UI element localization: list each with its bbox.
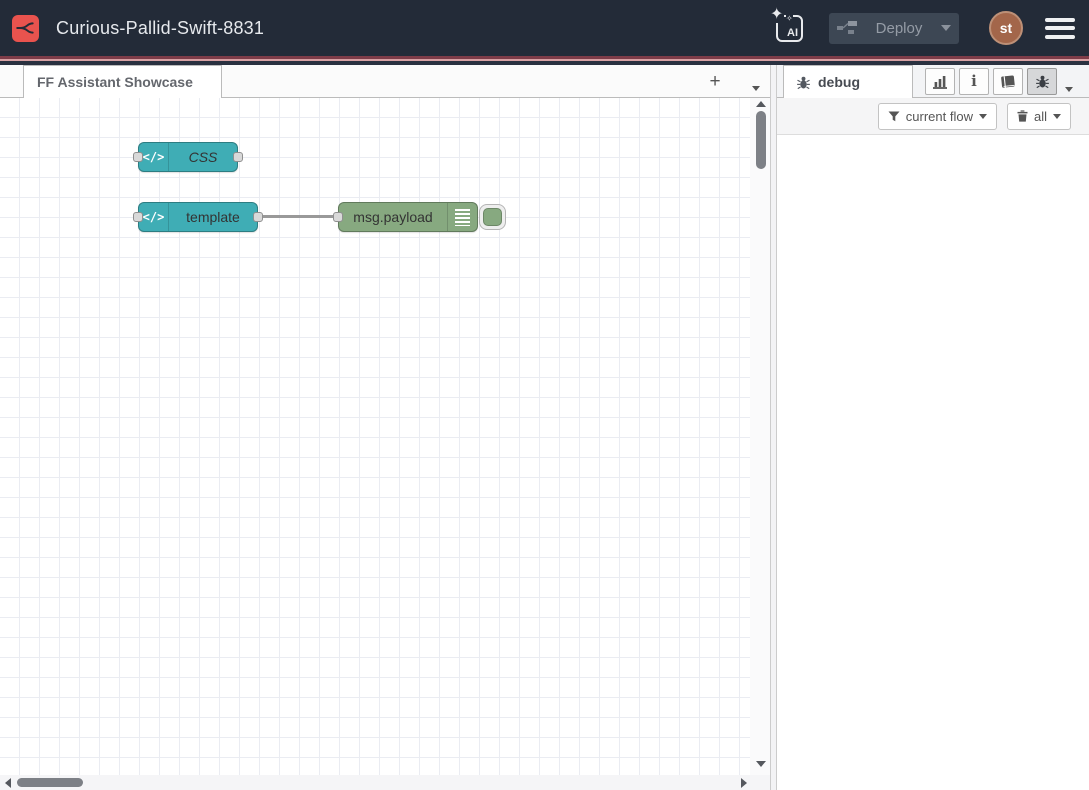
filter-label: current flow: [906, 109, 973, 124]
sidebar-tabbar: debug i: [777, 65, 1089, 98]
clear-label: all: [1034, 109, 1047, 124]
vertical-scroll-thumb[interactable]: [756, 111, 766, 169]
chevron-down-icon: [1065, 87, 1073, 92]
ai-label: AI: [787, 27, 798, 39]
node-port-input[interactable]: [133, 152, 143, 162]
info-icon: i: [971, 74, 977, 89]
trash-icon: [1017, 110, 1028, 122]
workspace-tabbar: FF Assistant Showcase +: [0, 65, 770, 98]
debug-enable-toggle[interactable]: [479, 204, 506, 230]
wire-template-to-debug[interactable]: [258, 215, 338, 218]
flow-canvas[interactable]: </> CSS </> template msg.payload: [0, 98, 770, 775]
bug-icon: [796, 75, 811, 90]
dashboard-tab-button[interactable]: [925, 68, 955, 95]
info-tab-button[interactable]: i: [959, 68, 989, 95]
debug-clear-button[interactable]: all: [1007, 103, 1071, 130]
vertical-scroll-track: [750, 98, 770, 775]
instance-title: Curious-Pallid-Swift-8831: [56, 18, 264, 39]
flow-tab-label: FF Assistant Showcase: [37, 74, 193, 90]
flow-tab-active[interactable]: FF Assistant Showcase: [23, 65, 222, 98]
template-code-icon: </>: [139, 203, 169, 231]
node-debug-msg-payload[interactable]: msg.payload: [338, 202, 478, 232]
chevron-down-icon: [752, 86, 760, 91]
node-label: msg.payload: [339, 209, 447, 225]
debug-messages-panel: [777, 135, 1089, 790]
flowfuse-logo[interactable]: [12, 15, 39, 42]
flow-list-dropdown-button[interactable]: [752, 78, 760, 96]
user-avatar[interactable]: st: [989, 11, 1023, 45]
filter-funnel-icon: [888, 111, 900, 122]
ai-assistant-button[interactable]: ✦ ✧ AI: [776, 15, 803, 42]
node-label: CSS: [169, 149, 237, 165]
debug-output-icon: [447, 203, 477, 231]
menu-bar: [1045, 35, 1075, 39]
debug-toolbar: current flow all: [777, 98, 1089, 135]
horizontal-scrollbar: [0, 775, 770, 790]
sparkle-icon: ✦: [769, 7, 784, 23]
node-css-template[interactable]: </> CSS: [138, 142, 238, 172]
sidebar-panel: debug i: [777, 65, 1089, 790]
deploy-label: Deploy: [857, 20, 941, 37]
deploy-button[interactable]: Deploy: [829, 13, 959, 44]
chevron-down-icon: [1053, 114, 1061, 119]
help-book-icon: [999, 74, 1016, 90]
menu-bar: [1045, 26, 1075, 30]
debug-toggle-state: [483, 208, 502, 226]
node-red-editor: Curious-Pallid-Swift-8831 ✦ ✧ AI Deploy …: [0, 0, 1089, 790]
main-menu-button[interactable]: [1045, 18, 1075, 39]
deploy-nodes-icon: [837, 20, 857, 36]
deploy-dropdown-icon[interactable]: [941, 25, 951, 31]
sidebar-tab-label: debug: [818, 74, 860, 90]
node-label: template: [169, 209, 257, 225]
sidebar-resize-sash[interactable]: [770, 65, 777, 790]
debug-filter-button[interactable]: current flow: [878, 103, 997, 130]
sidebar-tab-debug[interactable]: debug: [783, 65, 913, 98]
header-bar: Curious-Pallid-Swift-8831 ✦ ✧ AI Deploy …: [0, 0, 1089, 56]
add-flow-button[interactable]: +: [700, 69, 730, 94]
chevron-down-icon: [979, 114, 987, 119]
help-tab-button[interactable]: [993, 68, 1023, 95]
dashboard-chart-icon: [932, 75, 948, 89]
sparkle-small-icon: ✧: [786, 15, 793, 23]
node-port-input[interactable]: [133, 212, 143, 222]
scroll-right-arrow[interactable]: [741, 778, 747, 788]
scroll-up-arrow[interactable]: [756, 101, 766, 107]
template-code-icon: </>: [139, 143, 169, 171]
horizontal-scroll-thumb[interactable]: [17, 778, 83, 787]
logo-glyph-icon: [16, 18, 36, 38]
node-template[interactable]: </> template: [138, 202, 258, 232]
node-port-output[interactable]: [233, 152, 243, 162]
debug-bug-icon: [1035, 74, 1050, 89]
plus-icon: +: [709, 71, 720, 93]
scroll-left-arrow[interactable]: [5, 778, 11, 788]
avatar-initials: st: [1000, 20, 1012, 36]
debug-tab-button-active[interactable]: [1027, 68, 1057, 95]
sidebar-options-dropdown[interactable]: [1065, 79, 1073, 97]
scroll-down-arrow[interactable]: [756, 761, 766, 767]
node-port-output[interactable]: [253, 212, 263, 222]
menu-bar: [1045, 18, 1075, 22]
node-port-input[interactable]: [333, 212, 343, 222]
